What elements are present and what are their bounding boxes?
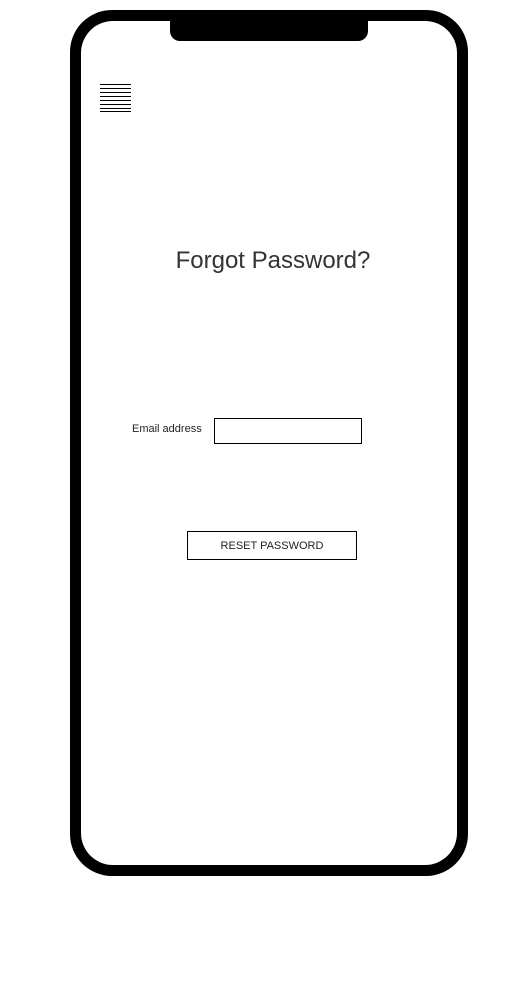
menu-button[interactable] [100,84,131,112]
reset-password-button[interactable]: RESET PASSWORD [187,531,357,560]
phone-frame: Forgot Password? Email address RESET PAS… [70,10,468,876]
hamburger-menu-icon [100,84,131,112]
email-label: Email address [132,423,202,435]
email-input[interactable] [214,418,362,444]
phone-screen: Forgot Password? Email address RESET PAS… [81,21,457,865]
phone-notch [170,21,368,41]
page-title: Forgot Password? [175,247,371,274]
